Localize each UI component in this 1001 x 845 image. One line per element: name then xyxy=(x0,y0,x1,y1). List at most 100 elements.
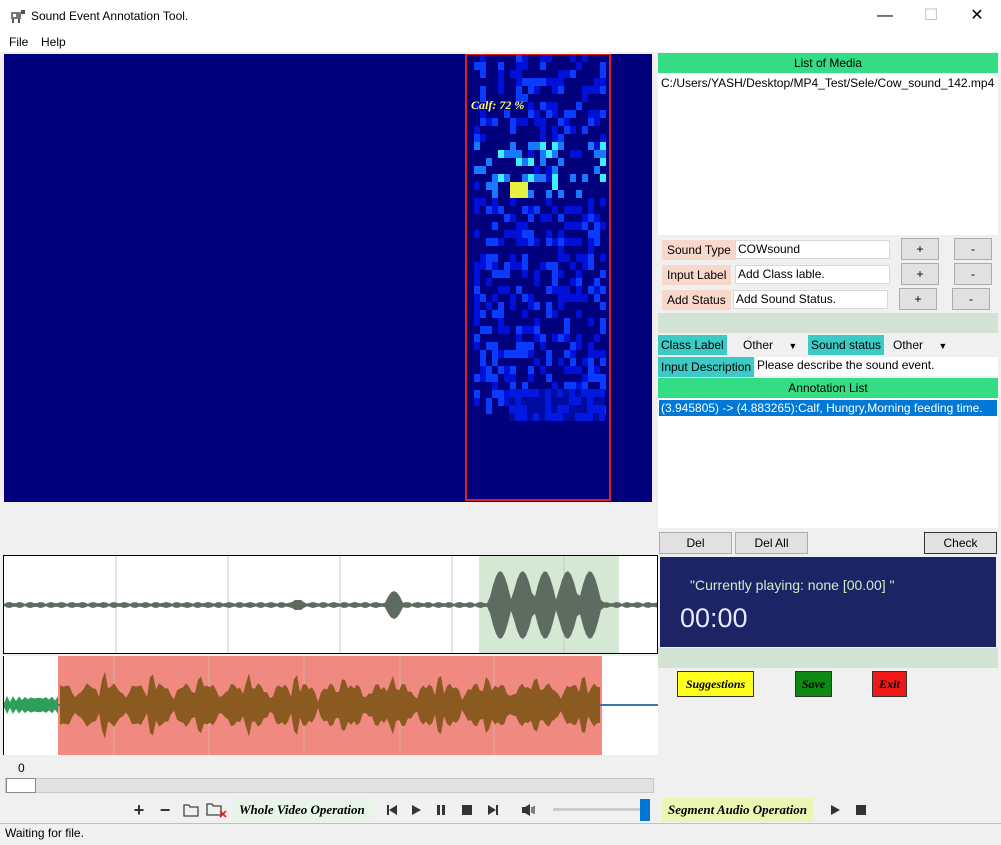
del-all-button[interactable]: Del All xyxy=(735,532,808,554)
spectrogram-cell xyxy=(558,190,564,198)
spectrogram-cell xyxy=(522,158,528,166)
suggestions-button[interactable]: Suggestions xyxy=(677,671,754,697)
spectrogram-cell xyxy=(546,358,552,366)
maximize-button[interactable]: ☐ xyxy=(908,0,954,32)
spectrogram-cell xyxy=(570,126,576,134)
spectrogram-cell xyxy=(558,334,564,342)
spectrogram-cell xyxy=(539,397,545,405)
spectrogram-cell xyxy=(522,262,528,270)
close-button[interactable]: ✕ xyxy=(954,0,1000,32)
full-waveform-plot xyxy=(4,556,657,653)
media-list[interactable] xyxy=(658,73,998,235)
spectrogram-cell xyxy=(516,230,522,238)
del-button[interactable]: Del xyxy=(659,532,732,554)
spectrogram-cell xyxy=(557,413,563,421)
spectrogram-cell xyxy=(545,389,551,397)
spectrogram-cell xyxy=(546,238,552,246)
spectrogram[interactable]: Calf: 72 % xyxy=(4,54,652,502)
close-folder-icon[interactable] xyxy=(206,799,228,821)
zoom-in-icon[interactable]: + xyxy=(128,799,150,821)
add-status-remove-button[interactable]: - xyxy=(952,288,990,310)
volume-icon[interactable] xyxy=(518,799,540,821)
sound-type-add-button[interactable]: + xyxy=(901,238,939,260)
spectrogram-cell xyxy=(570,350,576,358)
spectrogram-cell xyxy=(516,78,522,86)
spectrogram-cell xyxy=(588,118,594,126)
spectrogram-cell xyxy=(546,102,552,110)
spectrogram-cell xyxy=(546,190,552,198)
seek-slider[interactable] xyxy=(5,778,654,793)
spectrogram-cell xyxy=(594,238,600,246)
spectrogram-cell xyxy=(480,326,486,334)
check-button[interactable]: Check xyxy=(924,532,997,554)
spectrogram-cell xyxy=(588,206,594,214)
spectrogram-cell xyxy=(594,166,600,174)
input-label-remove-button[interactable]: - xyxy=(954,263,992,285)
spectrogram-cell xyxy=(570,110,576,118)
segment-waveform[interactable] xyxy=(3,656,658,755)
spectrogram-cell xyxy=(498,78,504,86)
full-waveform[interactable] xyxy=(3,555,658,654)
input-label-input[interactable]: Add Class lable. xyxy=(735,265,890,284)
open-folder-icon[interactable] xyxy=(180,799,202,821)
skip-back-icon[interactable] xyxy=(381,799,403,821)
spectrogram-cell xyxy=(539,405,545,413)
minimize-button[interactable]: — xyxy=(862,0,908,32)
spectrogram-cell xyxy=(480,262,486,270)
pause-icon[interactable] xyxy=(430,799,452,821)
zoom-out-icon[interactable]: − xyxy=(154,799,176,821)
spectrogram-cell xyxy=(474,278,480,286)
volume-slider-thumb[interactable] xyxy=(640,799,650,821)
spectrogram-cell xyxy=(498,238,504,246)
spectrogram-cell xyxy=(540,174,546,182)
play-icon[interactable] xyxy=(405,799,427,821)
volume-slider[interactable] xyxy=(553,808,648,811)
seek-slider-thumb[interactable] xyxy=(6,778,36,793)
spectrogram-cell xyxy=(486,302,492,310)
spectrogram-cell xyxy=(558,230,564,238)
spectrogram-cell xyxy=(558,238,564,246)
spectrogram-cell xyxy=(522,310,528,318)
sound-type-label: Sound Type xyxy=(662,240,736,260)
spectrogram-cell xyxy=(564,254,570,262)
spectrogram-cell xyxy=(480,198,486,206)
input-description-field[interactable]: Please describe the sound event. xyxy=(755,357,998,376)
spectrogram-cell xyxy=(576,254,582,262)
add-status-input[interactable]: Add Sound Status. xyxy=(733,290,888,309)
menu-file[interactable]: File xyxy=(9,35,28,49)
spectrogram-cell xyxy=(588,230,594,238)
media-list-item[interactable]: C:/Users/YASH/Desktop/MP4_Test/Sele/Cow_… xyxy=(661,76,994,90)
exit-button[interactable]: Exit xyxy=(872,671,907,697)
sound-type-remove-button[interactable]: - xyxy=(954,238,992,260)
spectrogram-cell xyxy=(486,182,492,190)
spectrogram-cell xyxy=(552,182,558,190)
spectrogram-cell xyxy=(504,214,510,222)
spectrogram-cell xyxy=(564,118,570,126)
menu-help[interactable]: Help xyxy=(41,35,66,49)
spectrogram-cell xyxy=(510,374,516,382)
add-status-add-button[interactable]: + xyxy=(899,288,937,310)
class-label-dropdown[interactable]: Other ▼ xyxy=(743,335,797,355)
spectrogram-cell xyxy=(570,70,576,78)
spectrogram-cell xyxy=(474,286,480,294)
spectrogram-cell xyxy=(558,86,564,94)
spectrogram-cell xyxy=(474,294,480,302)
sound-type-input[interactable]: COWsound xyxy=(735,240,890,259)
spectrogram-cell xyxy=(480,134,486,142)
input-label-add-button[interactable]: + xyxy=(901,263,939,285)
spectrogram-cell xyxy=(570,366,576,374)
spectrogram-cell xyxy=(504,150,510,158)
skip-forward-icon[interactable] xyxy=(482,799,504,821)
spectrogram-cell xyxy=(486,398,492,406)
spectrogram-cell xyxy=(569,389,575,397)
spectrogram-cell xyxy=(600,86,606,94)
save-button[interactable]: Save xyxy=(795,671,832,697)
segment-play-icon[interactable] xyxy=(824,799,846,821)
spectrogram-cell xyxy=(474,62,480,70)
annotation-list[interactable] xyxy=(658,398,998,528)
annotation-list-item[interactable]: (3.945805) -> (4.883265):Calf, Hungry,Mo… xyxy=(659,400,997,416)
stop-icon[interactable] xyxy=(456,799,478,821)
segment-stop-icon[interactable] xyxy=(850,799,872,821)
spectrogram-cell xyxy=(576,150,582,158)
sound-status-dropdown[interactable]: Other ▼ xyxy=(893,335,947,355)
